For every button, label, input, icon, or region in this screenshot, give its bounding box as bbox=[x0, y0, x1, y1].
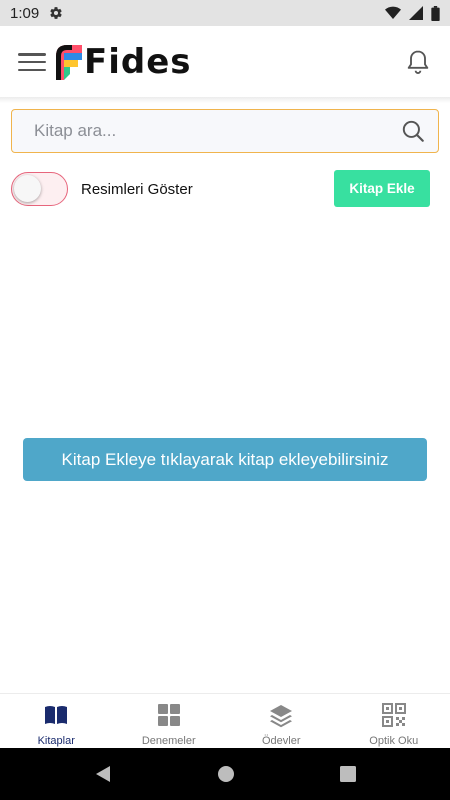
back-icon[interactable] bbox=[94, 765, 112, 783]
status-left: 1:09 bbox=[10, 5, 63, 22]
search-box bbox=[11, 109, 439, 153]
nav-item-denemeler[interactable]: Denemeler bbox=[113, 694, 226, 748]
cellular-icon bbox=[409, 6, 423, 20]
logo-mark-icon bbox=[56, 45, 82, 80]
recents-icon[interactable] bbox=[340, 766, 356, 782]
app-logo: Fides bbox=[54, 42, 192, 82]
bell-icon[interactable] bbox=[404, 48, 432, 76]
toggle-knob bbox=[14, 175, 41, 202]
empty-state-banner: Kitap Ekleye tıklayarak kitap ekleyebili… bbox=[23, 438, 427, 481]
nav-item-optik-oku[interactable]: Optik Oku bbox=[338, 694, 450, 748]
menu-line bbox=[18, 53, 46, 56]
add-book-button[interactable]: Kitap Ekle bbox=[334, 170, 430, 207]
layers-icon bbox=[270, 705, 293, 728]
gear-icon bbox=[50, 7, 62, 19]
system-nav-bar bbox=[0, 748, 450, 800]
search-input[interactable] bbox=[34, 121, 400, 141]
grid-icon bbox=[157, 704, 180, 726]
nav-label: Denemeler bbox=[141, 735, 196, 747]
show-images-label: Resimleri Göster bbox=[81, 181, 193, 198]
status-right bbox=[385, 5, 440, 21]
menu-line bbox=[18, 60, 46, 64]
home-icon[interactable] bbox=[217, 765, 235, 783]
nav-label: Ödevler bbox=[261, 735, 301, 747]
menu-line bbox=[18, 68, 46, 71]
wifi-icon bbox=[385, 6, 401, 20]
app-bar-divider bbox=[0, 97, 450, 103]
bottom-nav: Kitaplar Denemeler Ödevler Optik Oku bbox=[0, 693, 450, 748]
nav-label: Optik Oku bbox=[369, 735, 419, 747]
status-bar: 1:09 bbox=[0, 0, 450, 26]
qr-code-icon bbox=[381, 703, 406, 727]
nav-label: Kitaplar bbox=[37, 735, 75, 747]
show-images-toggle[interactable] bbox=[11, 172, 68, 206]
nav-item-odevler[interactable]: Ödevler bbox=[225, 694, 338, 748]
status-time: 1:09 bbox=[10, 4, 40, 22]
menu-icon[interactable] bbox=[18, 50, 46, 74]
book-open-icon bbox=[45, 706, 68, 724]
logo-text: Fides bbox=[84, 42, 192, 82]
screen: 1:09 Fides Kitap ara... Resimleri Göster… bbox=[0, 0, 450, 800]
search-icon[interactable] bbox=[400, 118, 426, 144]
nav-item-kitaplar[interactable]: Kitaplar bbox=[0, 694, 113, 748]
battery-icon bbox=[431, 5, 440, 21]
app-bar: Fides bbox=[0, 26, 450, 98]
